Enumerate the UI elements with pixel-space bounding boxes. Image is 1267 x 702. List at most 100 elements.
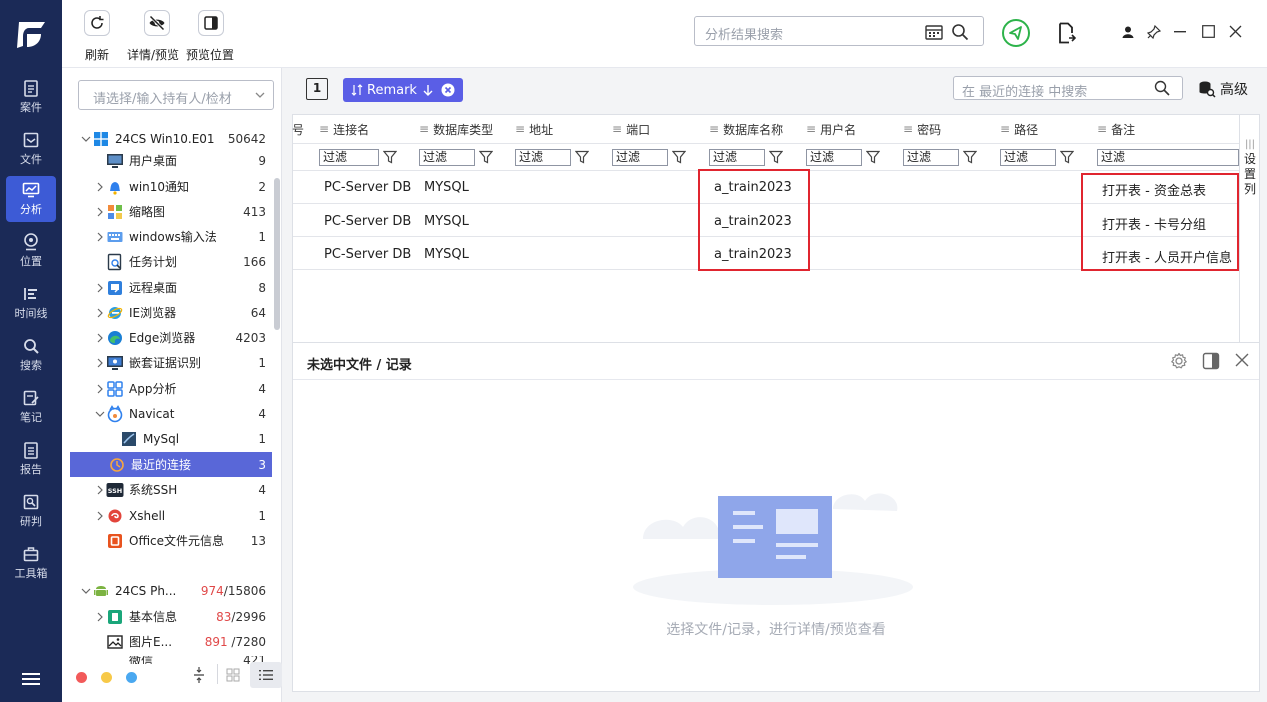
page-number-button[interactable]: 1: [306, 78, 328, 100]
tree-node-basic-info[interactable]: 基本信息 83/2996: [94, 604, 272, 629]
nav-case[interactable]: 案件: [0, 74, 62, 120]
holder-search-select[interactable]: 请选择/输入持有人/检材: [78, 80, 274, 110]
column-header-port[interactable]: ≡ 端口: [612, 115, 650, 143]
chevron-right-icon[interactable]: [94, 332, 106, 344]
chevron-down-icon[interactable]: [94, 408, 106, 420]
filter-input[interactable]: 过滤: [319, 149, 379, 166]
tree-node-mysql[interactable]: MySql 1: [108, 426, 272, 451]
funnel-icon[interactable]: [575, 150, 589, 164]
chevron-right-icon[interactable]: [94, 307, 106, 319]
filter-input[interactable]: 过滤: [419, 149, 475, 166]
advanced-search-button[interactable]: 高级: [1198, 78, 1260, 100]
nav-location[interactable]: 位置: [0, 228, 62, 274]
export-file-icon[interactable]: [1058, 22, 1076, 44]
send-status-icon[interactable]: [1001, 18, 1031, 48]
nav-search[interactable]: 搜索: [0, 332, 62, 378]
tree-node-thumbnail[interactable]: 缩略图 413: [94, 199, 272, 224]
column-header-connection-name[interactable]: ≡ 连接名: [319, 115, 369, 143]
yellow-dot-icon[interactable]: [101, 672, 112, 683]
tree-node-navicat[interactable]: Navicat 4: [94, 401, 272, 426]
user-icon[interactable]: [1122, 26, 1134, 38]
pin-icon[interactable]: [1147, 25, 1161, 39]
tree-node-edge-browser[interactable]: Edge浏览器 4203: [94, 325, 272, 350]
remove-tag-icon[interactable]: [441, 83, 455, 97]
tree-node-office-meta[interactable]: Office文件元信息 13: [94, 528, 272, 553]
search-icon[interactable]: [951, 23, 969, 41]
tree-node-app-analysis[interactable]: App分析 4: [94, 376, 272, 401]
column-header-db-type[interactable]: ≡ 数据库类型: [419, 115, 493, 143]
funnel-icon[interactable]: [1060, 150, 1074, 164]
tree-node-desktop[interactable]: 用户桌面 9: [94, 148, 272, 173]
filter-input[interactable]: 过滤: [515, 149, 571, 166]
red-dot-icon[interactable]: [76, 672, 87, 683]
column-header-username[interactable]: ≡ 用户名: [806, 115, 856, 143]
tree-node-input-method[interactable]: windows输入法 1: [94, 224, 272, 249]
refresh-button[interactable]: [84, 10, 110, 36]
tree-node-recent-connections[interactable]: 最近的连接 3: [70, 452, 272, 477]
funnel-icon[interactable]: [866, 150, 880, 164]
tree-node-nested-evidence[interactable]: 嵌套证据识别 1: [94, 350, 272, 375]
list-view-button[interactable]: [250, 662, 282, 688]
funnel-icon[interactable]: [769, 150, 783, 164]
chevron-right-icon[interactable]: [94, 181, 106, 193]
column-settings-button[interactable]: ||| 设置列: [1241, 137, 1259, 197]
nav-toolbox[interactable]: 工具箱: [0, 540, 62, 586]
nav-judge[interactable]: 研判: [0, 488, 62, 534]
minimize-icon[interactable]: [1174, 31, 1186, 33]
column-header-remark[interactable]: ≡ 备注: [1097, 115, 1135, 143]
collapse-expand-icon[interactable]: [192, 666, 206, 684]
column-header-password[interactable]: ≡ 密码: [903, 115, 941, 143]
maximize-icon[interactable]: [1202, 25, 1215, 38]
nav-report[interactable]: 报告: [0, 436, 62, 482]
sort-tag[interactable]: Remark: [343, 78, 463, 102]
chevron-right-icon[interactable]: [94, 282, 106, 294]
filter-input[interactable]: 过滤: [903, 149, 959, 166]
funnel-icon[interactable]: [963, 150, 977, 164]
filter-input[interactable]: 过滤: [806, 149, 862, 166]
table-search-input[interactable]: 在 最近的连接 中搜索: [953, 76, 1183, 100]
column-header-address[interactable]: ≡ 地址: [515, 115, 553, 143]
analysis-search-input[interactable]: 分析结果搜索: [694, 16, 984, 46]
nav-note[interactable]: 笔记: [0, 384, 62, 430]
gear-icon[interactable]: [1170, 352, 1188, 370]
chevron-right-icon[interactable]: [94, 231, 106, 243]
blue-dot-icon[interactable]: [126, 672, 137, 683]
search-icon[interactable]: [1154, 80, 1170, 96]
column-header-index[interactable]: 号: [292, 115, 304, 143]
grid-view-icon[interactable]: [226, 668, 240, 682]
nav-file[interactable]: 文件: [0, 126, 62, 172]
chevron-right-icon[interactable]: [94, 611, 106, 623]
menu-icon[interactable]: [22, 672, 40, 686]
funnel-icon[interactable]: [672, 150, 686, 164]
tree-node-system-ssh[interactable]: SSH 系统SSH 4: [94, 477, 272, 502]
calendar-icon[interactable]: [925, 24, 943, 40]
funnel-icon[interactable]: [383, 150, 397, 164]
detail-preview-button[interactable]: [144, 10, 170, 36]
filter-input[interactable]: 过滤: [612, 149, 668, 166]
tree-node-task-schedule[interactable]: 任务计划 166: [94, 249, 272, 274]
chevron-right-icon[interactable]: [94, 510, 106, 522]
chevron-right-icon[interactable]: [94, 206, 106, 218]
chevron-down-icon[interactable]: [80, 585, 92, 597]
column-header-db-name[interactable]: ≡ 数据库名称: [709, 115, 783, 143]
chevron-right-icon[interactable]: [94, 484, 106, 496]
tree-node-win10-notify[interactable]: win10通知 2: [94, 174, 272, 199]
tree-node-ie-browser[interactable]: IE浏览器 64: [94, 300, 272, 325]
filter-input[interactable]: 过滤: [1097, 149, 1239, 166]
close-icon[interactable]: [1229, 25, 1242, 38]
nav-analysis[interactable]: 分析: [6, 176, 56, 222]
tree-scrollbar[interactable]: [274, 178, 280, 330]
column-header-path[interactable]: ≡ 路径: [1000, 115, 1038, 143]
nav-timeline[interactable]: 时间线: [0, 280, 62, 326]
tree-node-remote-desktop[interactable]: 远程桌面 8: [94, 275, 272, 300]
chevron-right-icon[interactable]: [94, 357, 106, 369]
close-icon[interactable]: [1235, 353, 1249, 367]
funnel-icon[interactable]: [479, 150, 493, 164]
chevron-right-icon[interactable]: [94, 383, 106, 395]
tree-node-root-phone[interactable]: 24CS Ph... 974/15806: [80, 578, 272, 603]
filter-input[interactable]: 过滤: [1000, 149, 1056, 166]
tree-node-image-exif[interactable]: 图片E... 891 /7280: [94, 629, 272, 654]
filter-input[interactable]: 过滤: [709, 149, 765, 166]
chevron-down-icon[interactable]: [80, 133, 92, 145]
tree-node-xshell[interactable]: Xshell 1: [94, 503, 272, 528]
